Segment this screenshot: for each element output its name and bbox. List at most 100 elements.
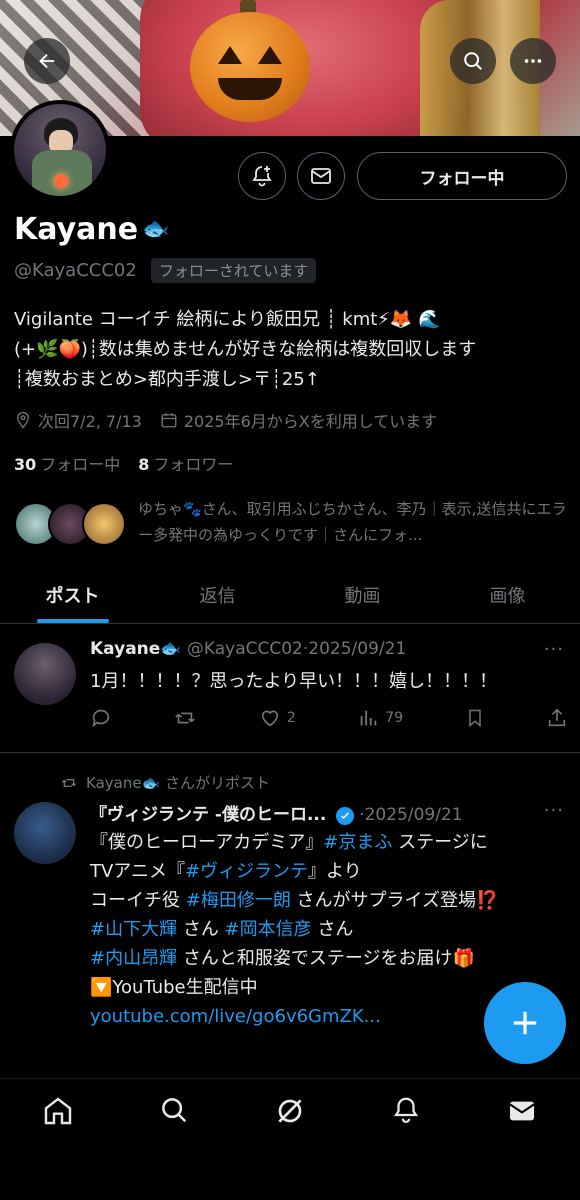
reply-button[interactable] — [90, 707, 112, 729]
avatar — [82, 502, 126, 546]
pumpkin-mouth — [218, 78, 282, 100]
hashtag-link[interactable]: #内山昂輝 — [90, 948, 177, 969]
post-text-line: #内山昂輝 さんと和服姿でステージをお届け🎁 — [90, 944, 498, 973]
followers-you-know[interactable]: ゆちゃ🐾さん、取引用ふじちかさん、李乃｜表示,送信共にエラー多発中の為ゆっくりで… — [14, 496, 570, 548]
like-count: 2 — [286, 710, 296, 726]
more-button[interactable] — [510, 38, 556, 84]
followers-stat[interactable]: 8 フォロワー — [138, 451, 233, 475]
post-more-button[interactable]: ··· — [544, 639, 564, 660]
avatar-spark — [54, 174, 68, 188]
text-run: さん — [311, 919, 354, 940]
following-button[interactable]: フォロー中 — [357, 152, 567, 200]
mail-icon — [311, 168, 331, 184]
verified-badge-icon — [335, 807, 354, 825]
tab-replies[interactable]: 返信 — [145, 566, 290, 623]
text-run: コーイチ役 — [90, 890, 186, 911]
location-text: 次回7/2, 7/13 — [38, 412, 142, 431]
back-button[interactable] — [24, 38, 70, 84]
bell-plus-icon — [252, 166, 272, 187]
views-icon — [360, 710, 377, 726]
profile-bio: Vigilante コーイチ 絵柄により飯田兄 ┊ kmt⚡🦊 🌊 (+🌿🍑)┊… — [14, 305, 570, 395]
following-count: 30 — [14, 455, 37, 474]
back-arrow-icon — [39, 53, 55, 69]
more-icon — [524, 59, 542, 63]
view-count: 79 — [385, 710, 404, 726]
hashtag-link[interactable]: #ヴィジランテ — [185, 861, 308, 882]
hashtag-link[interactable]: #岡本信彦 — [225, 919, 312, 940]
notify-button[interactable] — [238, 152, 286, 200]
nav-home[interactable] — [28, 1095, 88, 1135]
share-icon — [548, 708, 566, 727]
bell-icon — [393, 1097, 419, 1123]
repost-icon — [61, 778, 77, 787]
post-more-button[interactable]: ··· — [544, 800, 564, 821]
search-icon — [162, 1098, 187, 1123]
share-button[interactable] — [546, 707, 568, 729]
like-button[interactable]: 2 — [259, 707, 296, 729]
views-button[interactable]: 79 — [357, 707, 403, 729]
compose-post-button[interactable] — [484, 982, 566, 1064]
search-button[interactable] — [450, 38, 496, 84]
mutual-avatars — [14, 496, 126, 548]
post-header: Kayane🐟 @KayaCCC02·2025/09/21 — [90, 639, 406, 659]
hashtag-link[interactable]: #京まふ — [323, 832, 392, 853]
nav-notifications[interactable] — [376, 1095, 436, 1135]
text-run: TVアニメ『 — [90, 861, 185, 882]
post-text-line: 『僕のヒーローアカデミア』#京まふ ステージに — [90, 828, 498, 857]
banner-pumpkin — [190, 12, 310, 122]
following-label: フォロー中 — [40, 455, 121, 474]
text-run: さんがサプライズ登場⁉️ — [290, 890, 499, 911]
handle-row: @KayaCCC02 フォローされています — [14, 258, 317, 283]
nav-search[interactable] — [144, 1095, 204, 1135]
reply-icon — [92, 709, 110, 728]
hashtag-link[interactable]: #梅田修一朗 — [186, 890, 291, 911]
pumpkin-eye-left — [218, 46, 242, 64]
post-date[interactable]: 2025/09/21 — [365, 805, 463, 825]
post-author-avatar[interactable] — [14, 643, 76, 705]
post-date[interactable]: 2025/09/21 — [308, 639, 406, 659]
profile-name-emoji: 🐟 — [142, 217, 170, 242]
bookmark-button[interactable] — [465, 707, 485, 729]
bio-line: (+🌿🍑)┊数は集めませんが好きな絵柄は複数回収します — [14, 339, 477, 360]
search-icon — [464, 52, 482, 70]
hashtag-link[interactable]: #山下大輝 — [90, 919, 177, 940]
text-run: 🔽YouTube生配信中 — [90, 977, 258, 998]
nav-grok[interactable] — [260, 1095, 320, 1135]
mail-icon — [509, 1101, 535, 1121]
joined-item: 2025年6月からXを利用しています — [160, 408, 437, 432]
repost-label[interactable]: Kayane🐟 さんがリポスト — [86, 772, 270, 793]
follow-stats: 30 フォロー中 8 フォロワー — [14, 451, 233, 475]
grok-icon — [278, 1099, 302, 1123]
message-button[interactable] — [297, 152, 345, 200]
repost-indicator: Kayane🐟 さんがリポスト — [60, 772, 270, 793]
tab-posts[interactable]: ポスト — [0, 566, 145, 623]
text-run: 『僕のヒーローアカデミア』 — [90, 832, 324, 853]
post-actions: 2 79 — [90, 707, 568, 729]
nav-messages[interactable] — [492, 1095, 552, 1135]
followers-count: 8 — [138, 455, 150, 474]
location-item: 次回7/2, 7/13 — [14, 408, 142, 432]
tab-videos[interactable]: 動画 — [290, 566, 435, 623]
post-text: 『僕のヒーローアカデミア』#京まふ ステージに TVアニメ『#ヴィジランテ』よりコ… — [90, 828, 498, 1031]
avatar-body — [32, 150, 92, 196]
profile-tabs: ポスト 返信 動画 画像 — [0, 566, 580, 624]
joined-text: 2025年6月からXを利用しています — [183, 412, 438, 431]
post-author-avatar[interactable] — [14, 802, 76, 864]
following-stat[interactable]: 30 フォロー中 — [14, 451, 120, 475]
plus-icon — [513, 1011, 537, 1035]
tab-images[interactable]: 画像 — [435, 566, 580, 623]
post-author-name[interactable]: 『ヴィジランテ -僕のヒーロ... — [90, 805, 326, 825]
repost-button[interactable] — [173, 707, 197, 729]
post[interactable]: Kayane🐟 @KayaCCC02·2025/09/21 ··· 1月！！！！… — [0, 625, 580, 753]
url-link[interactable]: youtube.com/live/go6v6GmZK... — [90, 1006, 381, 1027]
bio-line: ┊複数おまとめ>都内手渡し>〒┊25↑ — [14, 369, 320, 390]
post-author-handle: @KayaCCC02 — [186, 639, 303, 659]
text-run: 』より — [308, 861, 362, 882]
post-author-name[interactable]: Kayane🐟 — [90, 639, 181, 659]
bottom-nav — [0, 1078, 580, 1200]
profile-handle: @KayaCCC02 — [14, 260, 137, 281]
calendar-icon — [161, 413, 177, 428]
heart-icon — [261, 710, 279, 727]
profile-name: Kayane 🐟 — [14, 212, 169, 247]
profile-avatar[interactable] — [10, 100, 110, 200]
